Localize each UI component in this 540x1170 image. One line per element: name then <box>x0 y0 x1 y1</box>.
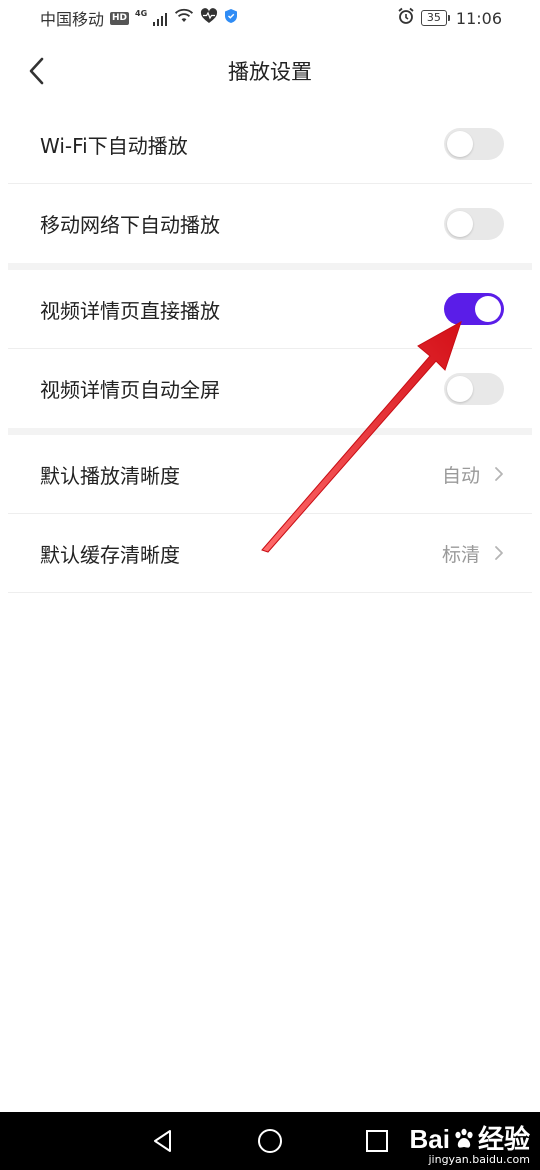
setting-default-play-quality[interactable]: 默认播放清晰度 自动 <box>8 435 532 514</box>
settings-list: Wi-Fi下自动播放 移动网络下自动播放 视频详情页直接播放 视频详情页自动全屏… <box>0 105 540 593</box>
setting-value: 标清 <box>441 543 480 566</box>
detail-direct-play-toggle[interactable] <box>444 293 504 325</box>
status-bar-left: 中国移动 HD 4G <box>40 6 238 30</box>
shield-icon <box>224 8 238 28</box>
detail-auto-fullscreen-toggle[interactable] <box>444 372 504 405</box>
signal-icon: 4G <box>135 9 168 28</box>
baidu-jingyan-watermark: Bai 经验 jingyan.baidu.com <box>410 1124 530 1166</box>
header: 播放设置 <box>0 40 540 102</box>
watermark-url: jingyan.baidu.com <box>428 1153 530 1166</box>
page-title: 播放设置 <box>228 60 312 84</box>
setting-detail-auto-fullscreen: 视频详情页自动全屏 <box>8 349 532 428</box>
chevron-right-icon <box>495 546 503 560</box>
group-divider <box>8 428 532 435</box>
heart-rate-icon <box>200 8 218 28</box>
battery-icon: 35 <box>420 10 450 26</box>
setting-label: 默认缓存清晰度 <box>40 542 180 567</box>
wifi-icon <box>174 8 194 28</box>
triangle-back-icon <box>154 1130 172 1152</box>
square-recents-icon <box>365 1130 388 1152</box>
chevron-right-icon <box>495 467 503 481</box>
watermark-logo: Bai 经验 <box>410 1124 530 1154</box>
setting-mobile-autoplay: 移动网络下自动播放 <box>8 184 532 263</box>
setting-value-group: 自动 <box>442 461 504 488</box>
group-divider <box>8 263 532 270</box>
back-button[interactable] <box>18 52 56 90</box>
mobile-autoplay-toggle[interactable] <box>444 207 504 240</box>
setting-value-group: 标清 <box>442 540 504 567</box>
watermark-logo-left: Bai <box>409 1124 450 1154</box>
status-bar: 中国移动 HD 4G 35 11:06 <box>0 0 540 36</box>
wifi-autoplay-toggle[interactable] <box>444 128 504 160</box>
circle-home-icon <box>257 1129 282 1153</box>
chevron-left-icon <box>29 57 44 85</box>
setting-label: 默认播放清晰度 <box>40 463 180 488</box>
watermark-logo-right: 经验 <box>477 1124 530 1154</box>
nav-recents-button[interactable] <box>357 1121 397 1161</box>
setting-detail-direct-play: 视频详情页直接播放 <box>8 270 532 349</box>
nav-home-button[interactable] <box>250 1121 290 1161</box>
network-type: 4G <box>135 8 148 18</box>
nav-back-button[interactable] <box>143 1121 183 1161</box>
setting-label: 视频详情页直接播放 <box>40 298 220 323</box>
setting-label: 移动网络下自动播放 <box>40 213 220 237</box>
carrier-name: 中国移动 <box>40 10 105 29</box>
setting-wifi-autoplay: Wi-Fi下自动播放 <box>8 105 532 184</box>
setting-label: 视频详情页自动全屏 <box>40 378 220 402</box>
setting-value: 自动 <box>441 464 480 487</box>
alarm-icon <box>397 7 415 29</box>
hd-badge: HD <box>110 11 130 25</box>
paw-icon <box>455 1128 473 1148</box>
status-bar-right: 35 11:06 <box>397 7 502 29</box>
setting-label: Wi-Fi下自动播放 <box>40 133 188 158</box>
setting-default-cache-quality[interactable]: 默认缓存清晰度 标清 <box>8 514 532 593</box>
clock: 11:06 <box>455 8 502 28</box>
battery-level: 35 <box>420 10 447 26</box>
